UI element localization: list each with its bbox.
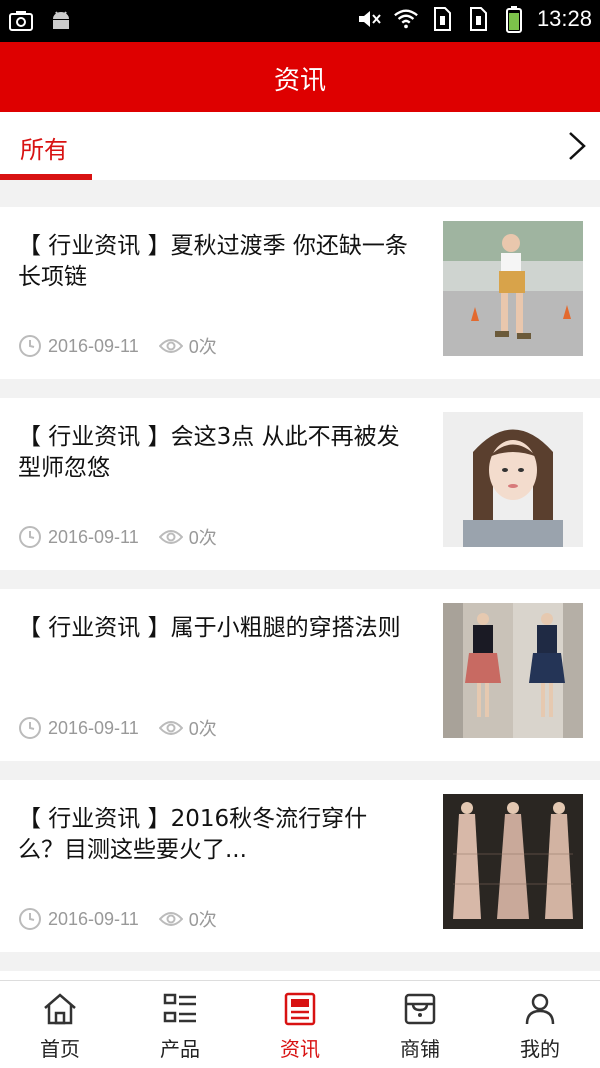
article-title: 【 行业资讯 】会这3点 从此不再被发型师忽悠 xyxy=(18,424,400,481)
nav-mine-label: 我的 xyxy=(520,1037,560,1061)
shop-icon xyxy=(404,993,436,1025)
article-meta: 2016-09-11 0次 xyxy=(18,524,217,550)
nav-products[interactable]: 产品 xyxy=(120,981,240,1068)
mute-icon xyxy=(357,6,383,32)
article-item[interactable]: 【 行业资讯 】2016秋冬流行穿什么？目测这些要火了... 2016-09-1… xyxy=(0,780,600,952)
tab-active-indicator xyxy=(0,174,92,180)
article-meta: 2016-09-11 0次 xyxy=(18,715,217,741)
article-thumbnail[interactable] xyxy=(443,603,583,738)
tab-all-label: 所有 xyxy=(20,136,68,164)
article-item[interactable]: 【 行业资讯 】属于小粗腿的穿搭法则 2016-09-11 0次 xyxy=(0,589,600,761)
battery-icon xyxy=(501,6,527,33)
eye-icon xyxy=(158,721,183,735)
nav-shop-label: 商铺 xyxy=(400,1037,440,1061)
article-meta: 2016-09-11 0次 xyxy=(18,333,217,359)
article-title: 【 行业资讯 】属于小粗腿的穿搭法则 xyxy=(18,615,401,641)
article-views: 0次 xyxy=(188,337,217,357)
status-time: 13:28 xyxy=(536,6,592,31)
category-tabs: 所有 xyxy=(0,112,600,180)
sim2-icon xyxy=(465,6,491,32)
eye-icon xyxy=(158,530,183,544)
news-icon xyxy=(284,992,316,1026)
article-thumbnail[interactable] xyxy=(443,221,583,356)
clock-icon xyxy=(19,526,41,548)
nav-products-label: 产品 xyxy=(160,1037,200,1061)
clock-icon xyxy=(19,908,41,930)
article-title: 【 行业资讯 】2016秋冬流行穿什么？目测这些要火了... xyxy=(18,806,368,863)
article-meta: 2016-09-11 0次 xyxy=(18,906,217,932)
nav-home[interactable]: 首页 xyxy=(0,981,120,1068)
article-date: 2016-09-11 xyxy=(48,526,139,547)
article-date: 2016-09-11 xyxy=(48,335,139,356)
nav-mine[interactable]: 我的 xyxy=(480,981,600,1068)
clock-icon xyxy=(19,717,41,739)
article-views: 0次 xyxy=(188,910,217,930)
nav-home-label: 首页 xyxy=(40,1037,80,1061)
article-thumbnail[interactable] xyxy=(443,412,583,547)
home-icon xyxy=(44,993,76,1025)
status-bar: 13:28 xyxy=(0,0,600,42)
wifi-icon xyxy=(393,6,419,32)
tab-all[interactable]: 所有 xyxy=(0,112,92,180)
user-icon xyxy=(525,993,555,1025)
sim1-icon xyxy=(429,6,455,32)
chevron-right-icon[interactable] xyxy=(562,130,590,162)
bottom-nav: 首页 产品 资讯 商铺 我的 xyxy=(0,980,600,1068)
article-views: 0次 xyxy=(188,528,217,548)
article-date: 2016-09-11 xyxy=(48,908,139,929)
android-icon xyxy=(48,8,74,34)
nav-news-label: 资讯 xyxy=(280,1037,320,1061)
article-thumbnail[interactable] xyxy=(443,794,583,929)
article-item[interactable]: 【 行业资讯 】会这3点 从此不再被发型师忽悠 2016-09-11 0次 xyxy=(0,398,600,570)
article-title: 【 行业资讯 】夏秋过渡季 你还缺一条长项链 xyxy=(18,233,408,290)
screenshot-icon xyxy=(8,8,34,34)
article-item[interactable]: 【 行业资讯 】夏秋过渡季 你还缺一条长项链 2016-09-11 0次 xyxy=(0,207,600,379)
article-date: 2016-09-11 xyxy=(48,717,139,738)
nav-shop[interactable]: 商铺 xyxy=(360,981,480,1068)
eye-icon xyxy=(158,912,183,926)
page-title: 资讯 xyxy=(273,66,326,96)
clock-icon xyxy=(19,335,41,357)
list-grid-icon xyxy=(163,993,196,1023)
article-views: 0次 xyxy=(188,719,217,739)
app-header: 资讯 xyxy=(0,42,600,112)
nav-news[interactable]: 资讯 xyxy=(240,981,360,1068)
eye-icon xyxy=(158,339,183,353)
